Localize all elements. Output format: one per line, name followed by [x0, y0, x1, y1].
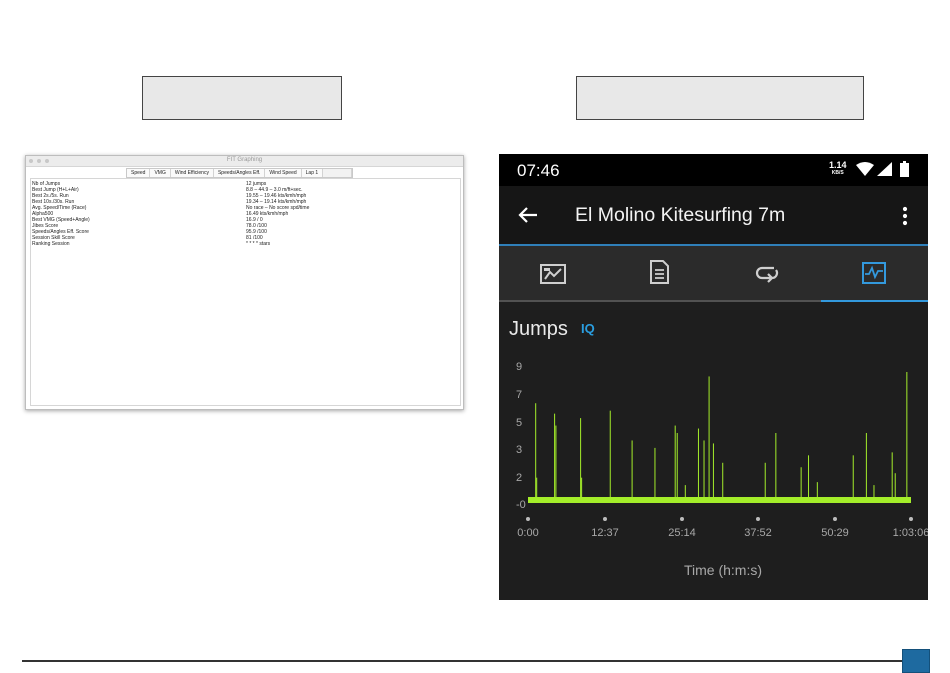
- wifi-icon: [856, 162, 874, 176]
- bottom-rule: [22, 660, 902, 662]
- chart-section-title: Jumps: [509, 318, 568, 340]
- x-tick-mark: [526, 517, 530, 521]
- y-tick-label: -0: [516, 499, 526, 511]
- tab-speed[interactable]: Speed: [127, 169, 151, 177]
- x-tick-mark: [680, 517, 684, 521]
- tab-details[interactable]: [606, 246, 713, 300]
- map-overview-icon: [540, 264, 566, 284]
- signal-icon: [877, 162, 892, 176]
- left-caption-box: [142, 76, 342, 120]
- tab-lap-1[interactable]: Lap 1: [302, 169, 324, 177]
- stat-label: Ranking Session: [32, 241, 70, 247]
- session-stats-panel: Nb of Jumps 12 jumps Best Jump (H+L+Air) 8…: [30, 178, 461, 406]
- battery-icon: [900, 161, 909, 177]
- phone-screen: 07:46 1.14 KB/S El Molino Kitesurfing 7m: [499, 154, 928, 600]
- x-tick-mark: [833, 517, 837, 521]
- document-icon: [650, 260, 669, 284]
- right-caption-box: [576, 76, 864, 120]
- x-tick-label: 25:14: [668, 527, 696, 539]
- stat-row: Ranking Session * * * * stars: [31, 241, 460, 247]
- window-title: FIT Graphing: [226, 157, 263, 163]
- chart-pulse-icon: [862, 262, 886, 284]
- desktop-app-window: FIT Graphing Speed VMG Wind Efficiency S…: [25, 155, 464, 410]
- x-tick-label: 0:00: [517, 527, 538, 539]
- x-tick-mark: [756, 517, 760, 521]
- jumps-chart: 9 7 5 3 2 -0 0:00 12:37 25:14 37:52 50:29 1:03:06 Ti…: [516, 361, 928, 578]
- activity-title: El Molino Kitesurfing 7m: [575, 204, 786, 226]
- segmented-tab-control: Speed VMG Wind Efficiency Speeds/Angles …: [126, 168, 354, 178]
- iq-badge[interactable]: IQ: [581, 321, 595, 336]
- network-speed-value: 1.14: [829, 160, 847, 170]
- x-tick-label: 12:37: [591, 527, 619, 539]
- x-tick-mark: [603, 517, 607, 521]
- app-bar: El Molino Kitesurfing 7m: [499, 186, 928, 246]
- tab-overview[interactable]: [499, 246, 606, 300]
- baseline-series: [528, 497, 911, 503]
- status-bar: 07:46 1.14 KB/S: [499, 154, 928, 186]
- y-tick-label: 5: [516, 417, 522, 429]
- tab-speeds-angles-eff[interactable]: Speeds/Angles Eff.: [214, 169, 266, 177]
- network-speed-unit: KB/S: [831, 170, 844, 176]
- x-tick-label: 37:52: [744, 527, 772, 539]
- tab-disabled: [323, 169, 353, 177]
- x-tick-mark: [909, 517, 913, 521]
- loop-icon: [755, 266, 779, 283]
- stat-value: * * * * stars: [246, 241, 271, 247]
- tab-wind-efficiency[interactable]: Wind Efficiency: [171, 169, 214, 177]
- tab-charts[interactable]: [820, 246, 927, 300]
- tab-wind-speed[interactable]: Wind Speed: [265, 169, 302, 177]
- activity-tabbar: [499, 246, 928, 302]
- x-axis-title: Time (h:m:s): [684, 562, 762, 578]
- tab-laps[interactable]: [713, 246, 820, 300]
- overflow-menu-icon[interactable]: [901, 206, 909, 226]
- y-tick-label: 7: [516, 389, 522, 401]
- window-titlebar: FIT Graphing: [26, 156, 463, 167]
- tab-vmg[interactable]: VMG: [150, 169, 171, 177]
- x-tick-label: 50:29: [821, 527, 849, 539]
- y-tick-label: 2: [516, 472, 522, 484]
- network-speed: 1.14 KB/S: [829, 160, 847, 177]
- status-time: 07:46: [517, 161, 560, 180]
- y-tick-label: 9: [516, 361, 522, 373]
- active-tab-indicator: [821, 300, 928, 302]
- back-arrow-icon[interactable]: [518, 206, 538, 224]
- x-tick-label: 1:03:06: [893, 527, 928, 539]
- slide-corner-marker: [902, 649, 930, 673]
- y-tick-label: 3: [516, 444, 522, 456]
